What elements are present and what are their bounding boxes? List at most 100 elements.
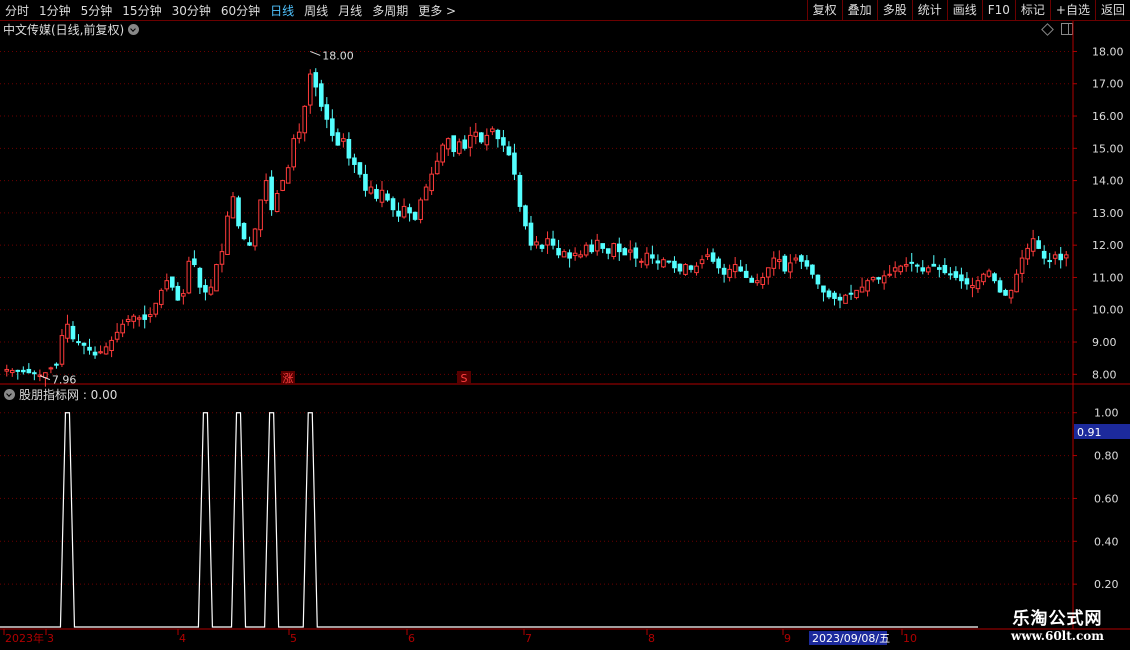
signal-marker-label: S	[461, 372, 468, 385]
current-value-box	[1074, 424, 1130, 439]
candle-body	[341, 138, 346, 142]
top-toolbar: 分时 1分钟 5分钟 15分钟 30分钟 60分钟 日线 周线 月线 多周期 更多 > 复权 叠加 多股…	[0, 0, 1130, 21]
candle-body	[898, 265, 903, 273]
candle-body	[506, 146, 512, 156]
candle-body	[776, 259, 782, 262]
candle-body	[1003, 289, 1008, 296]
candle-body	[37, 374, 43, 377]
candle-body	[1063, 254, 1069, 259]
candle-body	[241, 222, 247, 240]
candle-body	[903, 264, 909, 267]
candle-body	[1058, 253, 1064, 261]
diamond-icon[interactable]	[1041, 23, 1054, 36]
period-tab-1[interactable]: 1分钟	[34, 2, 76, 19]
toolbar-action-5[interactable]: F10	[981, 0, 1015, 20]
toolbar-action-8[interactable]: 返回	[1094, 0, 1130, 20]
candle-body	[760, 276, 766, 285]
candle-body	[661, 259, 666, 268]
candle-body	[473, 131, 479, 137]
candle-body	[727, 268, 732, 278]
time-tick-label: 5	[290, 632, 297, 645]
indicator-tick-label: 1.00	[1094, 407, 1119, 420]
candle-body	[611, 243, 617, 257]
candle-body	[749, 277, 755, 283]
period-tab-0[interactable]: 分时	[0, 2, 34, 19]
candle-body	[479, 132, 484, 143]
toolbar-action-3[interactable]: 统计	[911, 0, 947, 20]
candle-body	[865, 280, 870, 292]
toolbar-action-0[interactable]: 复权	[806, 0, 842, 20]
candle-body	[699, 259, 705, 265]
candle-body	[357, 162, 363, 175]
candle-body	[931, 263, 937, 267]
candle-body	[59, 335, 65, 365]
candle-body	[793, 257, 799, 261]
candle-body	[280, 180, 285, 191]
toolbar-action-6[interactable]: 标记	[1014, 0, 1050, 20]
candle-body	[274, 193, 280, 213]
toolbar-action-4[interactable]: 画线	[946, 0, 982, 20]
chevron-down-icon[interactable]	[4, 389, 15, 400]
candle-body	[495, 129, 501, 140]
period-tab-4[interactable]: 30分钟	[167, 2, 216, 19]
candle-body	[21, 369, 26, 373]
candle-body	[688, 265, 694, 270]
toolbar-action-7[interactable]: +自选	[1049, 0, 1095, 20]
indicator-tick-label: 0.20	[1094, 578, 1119, 591]
candle-body	[981, 273, 986, 283]
candle-body	[147, 314, 153, 318]
candle-body	[859, 286, 865, 293]
candle-body	[368, 186, 374, 194]
candle-body	[412, 211, 418, 220]
candle-body	[330, 118, 335, 136]
price-tick-label: 8.00	[1092, 368, 1117, 381]
time-tick-label: 9	[784, 632, 791, 645]
period-tab-8[interactable]: 月线	[333, 2, 367, 19]
candle-body	[385, 193, 390, 201]
signal-marker-bg	[281, 371, 295, 384]
candle-body	[48, 367, 54, 370]
candle-body	[970, 285, 975, 289]
period-tab-9[interactable]: 多周期	[367, 2, 413, 19]
period-tab-3[interactable]: 15分钟	[117, 2, 166, 19]
candle-body	[230, 196, 236, 219]
candle-body	[423, 186, 429, 201]
period-tab-5[interactable]: 60分钟	[216, 2, 265, 19]
panel-toggle-icon[interactable]	[1061, 23, 1073, 35]
signal-marker-bg	[457, 371, 471, 384]
period-tab-7[interactable]: 周线	[299, 2, 333, 19]
indicator-tick-label: 0.60	[1094, 492, 1119, 505]
candle-body	[109, 339, 114, 352]
candle-body	[953, 271, 959, 278]
toolbar-action-2[interactable]: 多股	[876, 0, 912, 20]
candle-body	[992, 273, 997, 282]
candle-body	[131, 315, 136, 322]
candle-body	[644, 252, 650, 266]
candle-body	[826, 290, 832, 298]
price-tick-label: 14.00	[1092, 175, 1124, 188]
candle-body	[710, 252, 716, 262]
candle-body	[854, 289, 859, 299]
candle-body	[120, 323, 125, 334]
candle-body	[346, 139, 352, 159]
candle-body	[65, 323, 70, 339]
candle-body	[892, 267, 898, 272]
candle-body	[490, 128, 495, 133]
period-tab-10[interactable]: 更多 >	[413, 2, 461, 19]
time-tick-label: 4	[179, 632, 186, 645]
toolbar-actions: 复权 叠加 多股 统计 画线 F10 标记 +自选 返回	[806, 0, 1130, 20]
cursor-date-label: 2023/09/08/五	[812, 632, 890, 645]
candle-body	[103, 346, 109, 355]
main-chart-header: 中文传媒(日线,前复权)	[0, 21, 140, 37]
toolbar-action-1[interactable]: 叠加	[841, 0, 877, 20]
candle-body	[920, 267, 926, 272]
chevron-down-icon[interactable]	[128, 23, 140, 35]
candle-body	[567, 252, 572, 259]
period-tab-6[interactable]: 日线	[265, 2, 299, 19]
candle-body	[451, 135, 457, 153]
indicator-tick-label: 0.80	[1094, 450, 1119, 463]
candle-body	[589, 244, 594, 253]
period-tab-2[interactable]: 5分钟	[76, 2, 118, 19]
candle-body	[43, 372, 48, 379]
candle-body	[9, 369, 15, 374]
